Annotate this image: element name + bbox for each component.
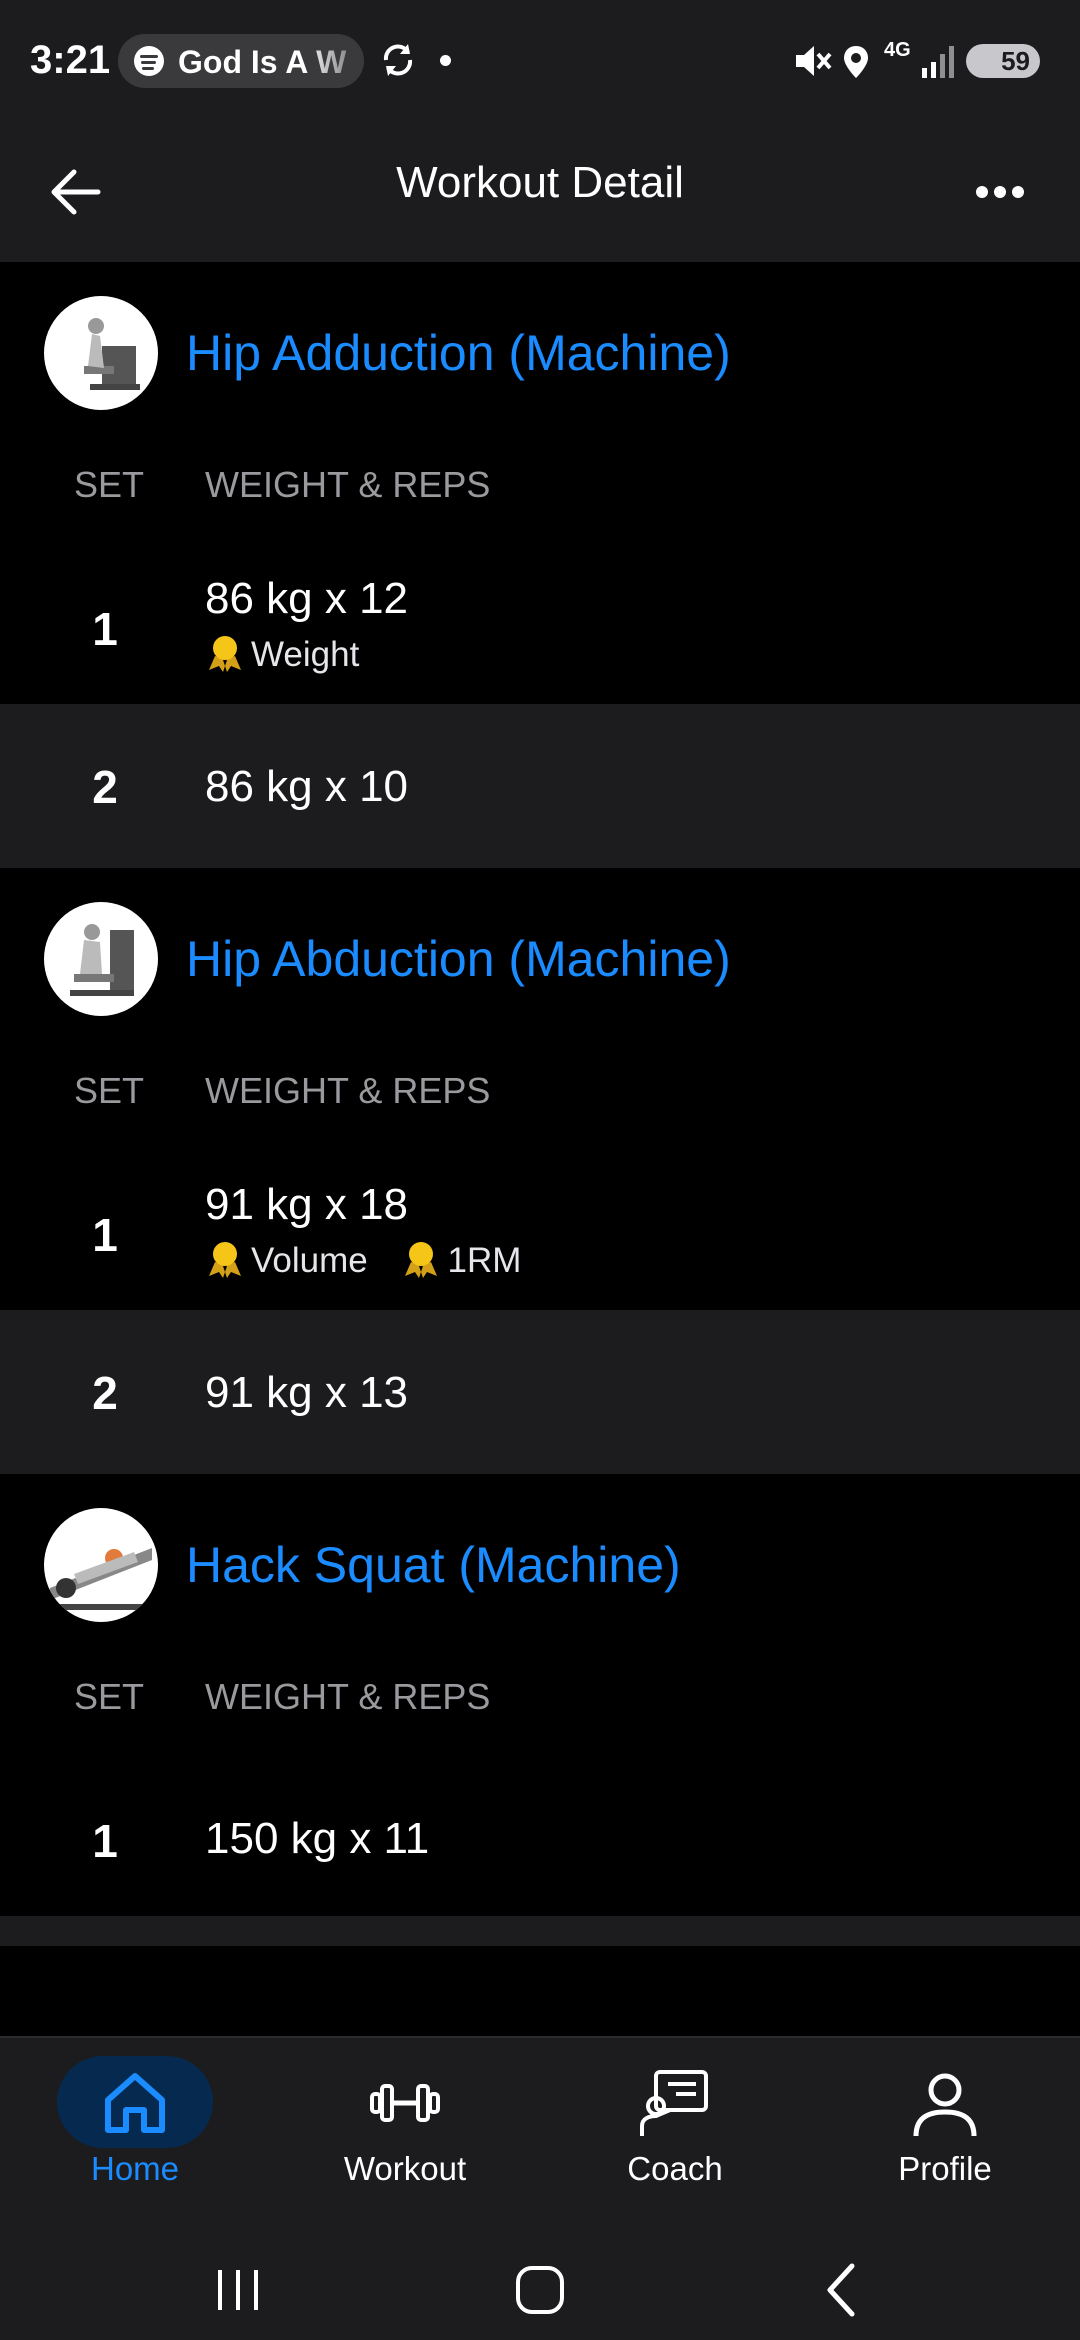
set-row: 1 91 kg x 18 Volume 1RM xyxy=(0,1150,1080,1310)
exercise-thumbnail-icon xyxy=(44,902,158,1016)
exercise-thumbnail-icon xyxy=(44,1508,158,1622)
more-options-icon[interactable] xyxy=(960,172,1040,212)
exercise-card: Hack Squat (Machine) SET WEIGHT & REPS 1… xyxy=(0,1474,1080,1946)
nav-item-home[interactable]: Home xyxy=(0,2038,270,2238)
home-button-icon[interactable] xyxy=(500,2250,580,2330)
signal-icon xyxy=(922,46,954,78)
nav-label-profile: Profile xyxy=(898,2150,992,2187)
set-number: 1 xyxy=(92,1209,118,1261)
profile-icon xyxy=(913,2073,977,2137)
set-column-label: SET xyxy=(74,1676,145,1717)
nav-label-workout: Workout xyxy=(343,2150,467,2187)
dumbbell-icon xyxy=(370,2084,440,2122)
exercise-card: Hip Adduction (Machine) SET WEIGHT & REP… xyxy=(0,262,1080,868)
bottom-navigation: Home Workout Coach Profile xyxy=(0,2036,1080,2238)
set-record-badges: Volume 1RM xyxy=(205,1240,545,1281)
media-chip-text: God Is A W xyxy=(178,44,347,80)
system-navigation-bar xyxy=(0,2236,1080,2340)
record-badge: Weight xyxy=(205,634,359,675)
record-badge-label: 1RM xyxy=(447,1241,522,1280)
nav-label-coach: Coach xyxy=(627,2150,723,2187)
location-icon xyxy=(844,46,868,78)
set-number: 1 xyxy=(92,1815,118,1867)
set-number: 2 xyxy=(92,1367,118,1419)
sync-icon xyxy=(383,44,413,76)
weight-reps-column-label: WEIGHT & REPS xyxy=(205,1070,491,1111)
exercise-title[interactable]: Hip Abduction (Machine) xyxy=(186,930,731,988)
home-icon xyxy=(105,2073,165,2133)
network-type: 4G xyxy=(884,39,911,61)
workout-exercise-list[interactable]: Hip Adduction (Machine) SET WEIGHT & REP… xyxy=(0,262,1080,2036)
set-weight-reps: 86 kg x 12 xyxy=(205,574,409,623)
mute-icon xyxy=(796,46,832,76)
set-row: 1 86 kg x 12 Weight xyxy=(0,544,1080,704)
nav-item-workout[interactable]: Workout xyxy=(270,2038,540,2238)
media-chip[interactable]: God Is A W xyxy=(118,34,364,88)
exercise-title[interactable]: Hack Squat (Machine) xyxy=(186,1536,681,1594)
set-row: 2 91 kg x 13 xyxy=(0,1310,1080,1474)
nav-item-profile[interactable]: Profile xyxy=(810,2038,1080,2238)
set-column-label: SET xyxy=(74,464,145,505)
nav-label-home: Home xyxy=(90,2150,180,2187)
spotify-icon xyxy=(134,46,164,76)
page-title: Workout Detail xyxy=(396,158,684,207)
next-row-edge xyxy=(0,1916,1080,1946)
nav-item-coach[interactable]: Coach xyxy=(540,2038,810,2238)
battery-indicator: 59 xyxy=(966,44,1040,78)
set-weight-reps: 91 kg x 18 xyxy=(205,1180,409,1229)
medal-icon xyxy=(209,1242,241,1278)
set-weight-reps: 91 kg x 13 xyxy=(205,1368,409,1417)
set-number: 2 xyxy=(92,761,118,813)
medal-icon xyxy=(405,1242,438,1278)
set-column-header: SET WEIGHT & REPS xyxy=(0,1656,1080,1756)
exercise-card: Hip Abduction (Machine) SET WEIGHT & REP… xyxy=(0,868,1080,1474)
status-bar: 3:21 God Is A W 4G 59 xyxy=(0,0,1080,120)
set-row: 1 150 kg x 11 xyxy=(0,1756,1080,1916)
weight-reps-column-label: WEIGHT & REPS xyxy=(205,464,491,505)
status-time: 3:21 xyxy=(30,38,111,82)
set-weight-reps: 150 kg x 11 xyxy=(205,1814,430,1863)
medal-icon xyxy=(209,636,241,672)
record-badge-label: Weight xyxy=(251,635,360,674)
exercise-header[interactable]: Hip Abduction (Machine) xyxy=(0,868,1080,1050)
set-weight-reps: 86 kg x 10 xyxy=(205,762,409,811)
exercise-thumbnail-icon xyxy=(44,296,158,410)
set-column-header: SET WEIGHT & REPS xyxy=(0,444,1080,544)
set-number: 1 xyxy=(92,603,118,655)
set-column-header: SET WEIGHT & REPS xyxy=(0,1050,1080,1150)
set-record-badges: Weight xyxy=(205,634,383,675)
weight-reps-column-label: WEIGHT & REPS xyxy=(205,1676,491,1717)
set-column-label: SET xyxy=(74,1070,145,1111)
app-header: Workout Detail xyxy=(0,120,1080,262)
system-back-icon[interactable] xyxy=(802,2250,882,2330)
record-badge: Volume xyxy=(205,1240,368,1281)
set-row: 2 86 kg x 10 xyxy=(0,704,1080,868)
record-badge: 1RM xyxy=(401,1240,521,1281)
exercise-header[interactable]: Hip Adduction (Machine) xyxy=(0,262,1080,444)
recent-apps-icon[interactable] xyxy=(198,2250,278,2330)
exercise-title[interactable]: Hip Adduction (Machine) xyxy=(186,324,731,382)
notification-dot-icon xyxy=(440,55,451,66)
record-badge-label: Volume xyxy=(251,1241,368,1280)
coach-icon xyxy=(640,2070,708,2136)
exercise-header[interactable]: Hack Squat (Machine) xyxy=(0,1474,1080,1656)
